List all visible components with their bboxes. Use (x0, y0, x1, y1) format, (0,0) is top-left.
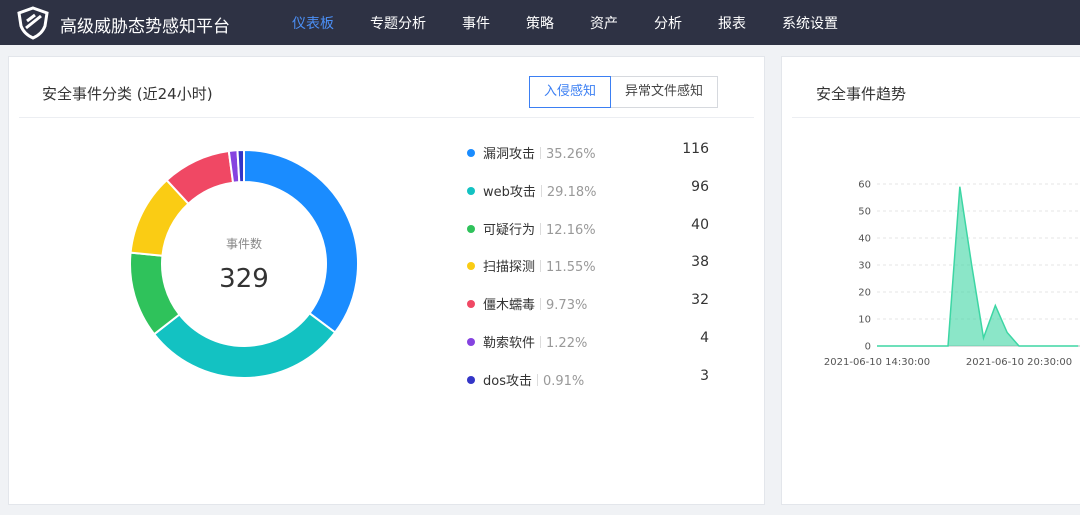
legend-percent: 0.91% (542, 373, 585, 389)
legend-item[interactable]: 扫描探测 11.55% 38 (467, 254, 717, 294)
legend-count: 96 (691, 178, 709, 195)
x-tick-label: 2021-06-10 20:30:00 (966, 357, 1072, 368)
nav-item-6[interactable]: 报表 (718, 13, 746, 33)
legend-count: 4 (700, 329, 709, 346)
panel-divider (792, 117, 1080, 118)
legend-separator (540, 222, 542, 235)
donut-center-label: 事件数 (225, 237, 262, 251)
legend-percent: 9.73% (546, 298, 588, 314)
legend-label: dos攻击 0.91% (483, 370, 584, 389)
y-tick-label: 10 (858, 315, 871, 326)
legend-count: 32 (691, 292, 709, 309)
donut-center-total: 329 (219, 264, 269, 294)
panel-title: 安全事件趋势 (816, 85, 907, 103)
category-tabs: 入侵感知 异常文件感知 (529, 76, 719, 108)
legend-separator (540, 335, 542, 348)
panel-title: 安全事件分类 (近24小时) (42, 85, 213, 103)
legend-name: 可疑行为 (483, 222, 536, 238)
legend-label: 扫描探测 11.55% (483, 256, 596, 275)
legend-percent: 35.26% (546, 147, 596, 162)
legend-label: 勒索软件 1.22% (483, 332, 587, 351)
legend-name: dos攻击 (483, 373, 532, 389)
legend-dot-icon (467, 262, 475, 271)
legend-item[interactable]: 漏洞攻击 35.26% 116 (467, 141, 717, 181)
legend-item[interactable]: 勒索软件 1.22% 4 (467, 329, 717, 370)
tab-abnormal-file-sensing[interactable]: 异常文件感知 (611, 76, 719, 108)
legend-percent: 29.18% (546, 184, 597, 200)
event-trend-area-chart: 0 10 20 30 40 50 60 2021-06-10 14:30:00 2021-06-… (824, 180, 1080, 368)
main-nav: 仪表板 专题分析 事件 策略 资产 分析 报表 系统设置 (292, 0, 874, 45)
legend-percent: 1.22% (546, 335, 588, 351)
legend-name: 扫描探测 (483, 260, 536, 276)
legend-dot-icon (467, 375, 475, 384)
shield-logo-icon (17, 6, 49, 40)
legend-dot-icon (467, 224, 475, 233)
nav-item-1[interactable]: 专题分析 (370, 13, 426, 33)
y-tick-label: 60 (858, 180, 871, 191)
legend-dot-icon (467, 186, 475, 195)
legend-name: 僵木蠕毒 (483, 298, 536, 314)
donut-slice-1[interactable] (152, 311, 337, 379)
y-tick-label: 50 (858, 207, 871, 218)
legend-item[interactable]: 可疑行为 12.16% 40 (467, 216, 717, 257)
nav-item-2[interactable]: 事件 (462, 13, 490, 33)
nav-item-4[interactable]: 资产 (590, 13, 618, 33)
nav-item-3[interactable]: 策略 (526, 13, 554, 33)
x-tick-label: 2021-06-10 14:30:00 (824, 357, 930, 368)
panel-divider (19, 117, 754, 118)
legend-separator (540, 184, 542, 197)
y-tick-label: 30 (858, 261, 871, 272)
y-tick-label: 20 (858, 288, 871, 299)
legend-dot-icon (467, 337, 475, 346)
legend-count: 3 (700, 367, 709, 384)
legend-dot-icon (467, 300, 475, 309)
legend-name: 勒索软件 (483, 335, 536, 351)
legend-separator (540, 260, 542, 273)
nav-item-0[interactable]: 仪表板 (292, 13, 334, 33)
legend-item[interactable]: web攻击 29.18% 96 (467, 178, 717, 219)
nav-item-7[interactable]: 系统设置 (782, 13, 838, 33)
legend-name: 漏洞攻击 (483, 147, 536, 162)
legend-percent: 12.16% (546, 222, 596, 238)
legend-label: 僵木蠕毒 9.73% (483, 294, 587, 313)
top-navigation-bar: 高级威胁态势感知平台 仪表板 专题分析 事件 策略 资产 分析 报表 系统设置 (0, 0, 1080, 45)
legend-dot-icon (467, 149, 475, 157)
legend-count: 38 (691, 254, 709, 271)
tab-intrusion-sensing[interactable]: 入侵感知 (529, 76, 612, 108)
security-event-category-panel: 安全事件分类 (近24小时) 入侵感知 异常文件感知 事件数 329 漏洞攻击 3… (8, 56, 765, 505)
legend-separator (540, 298, 542, 311)
legend-percent: 11.55% (546, 260, 596, 276)
y-tick-label: 0 (865, 342, 871, 353)
legend-label: 漏洞攻击 35.26% (483, 143, 596, 162)
legend-separator (540, 147, 542, 159)
donut-slice-6[interactable] (236, 149, 245, 184)
legend-item[interactable]: dos攻击 0.91% 3 (467, 367, 717, 408)
y-tick-label: 40 (858, 234, 871, 245)
legend-item[interactable]: 僵木蠕毒 9.73% 32 (467, 292, 717, 332)
legend-separator (536, 373, 538, 386)
nav-item-5[interactable]: 分析 (654, 13, 682, 33)
legend-count: 40 (691, 216, 709, 233)
security-event-trend-panel: 安全事件趋势 0 10 20 30 40 50 60 2021-06-10 14:30:00 2… (781, 56, 1080, 505)
legend-label: 可疑行为 12.16% (483, 219, 596, 238)
legend-name: web攻击 (483, 184, 536, 200)
legend-label: web攻击 29.18% (483, 181, 596, 200)
category-legend: 漏洞攻击 35.26% 116 web攻击 29.18% 96 可疑行为 12.16% 40 扫描… (467, 141, 717, 408)
app-title: 高级威胁态势感知平台 (60, 17, 230, 37)
legend-count: 116 (682, 141, 709, 157)
